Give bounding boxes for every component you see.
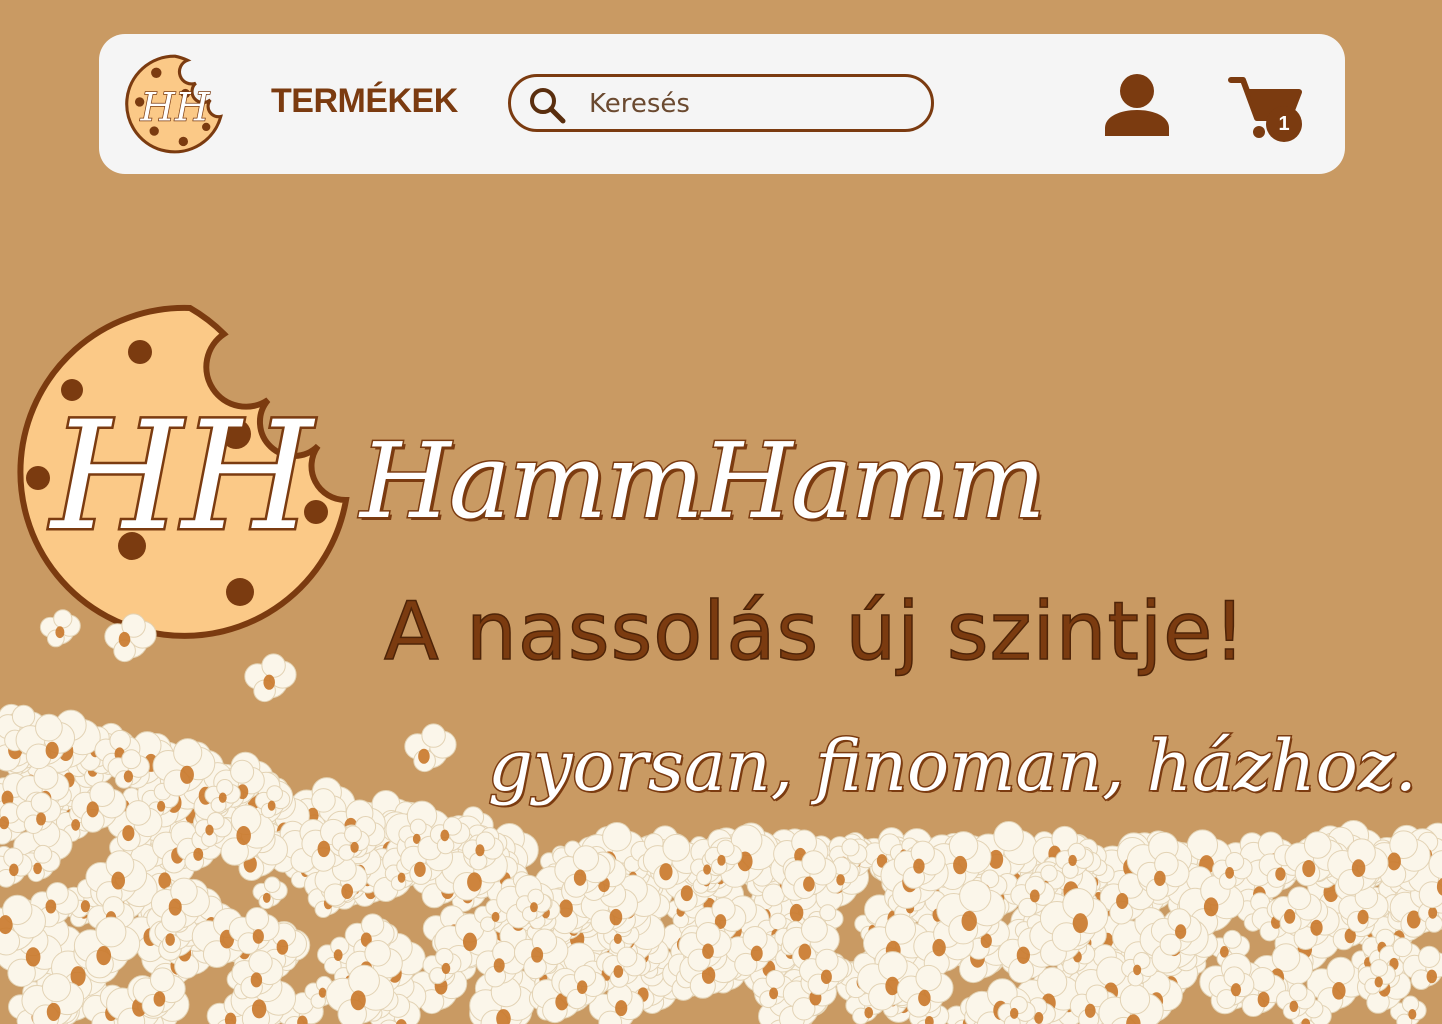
search-bar[interactable] [508,74,934,132]
search-input[interactable] [587,85,911,123]
nav-products-link[interactable]: TERMÉKEK [271,82,458,121]
popcorn-decoration [0,609,1442,1024]
popcorn-kernel [104,613,157,663]
popcorn-kernel [39,609,81,648]
cart-count-badge: 1 [1266,106,1302,142]
popcorn-kernel [244,653,297,703]
cookie-logo-icon[interactable]: HH [123,52,227,156]
nav-logo-letters: HH [140,85,211,131]
user-icon[interactable] [1103,72,1171,138]
brand-name: HammHamm [359,419,1048,544]
navbar: HH TERMÉKEK 1 [99,34,1345,174]
search-icon[interactable] [527,85,567,125]
popcorn-kernel [404,723,457,773]
hero-logo-letters: HH [48,390,316,564]
popcorn-kernel [252,876,288,910]
